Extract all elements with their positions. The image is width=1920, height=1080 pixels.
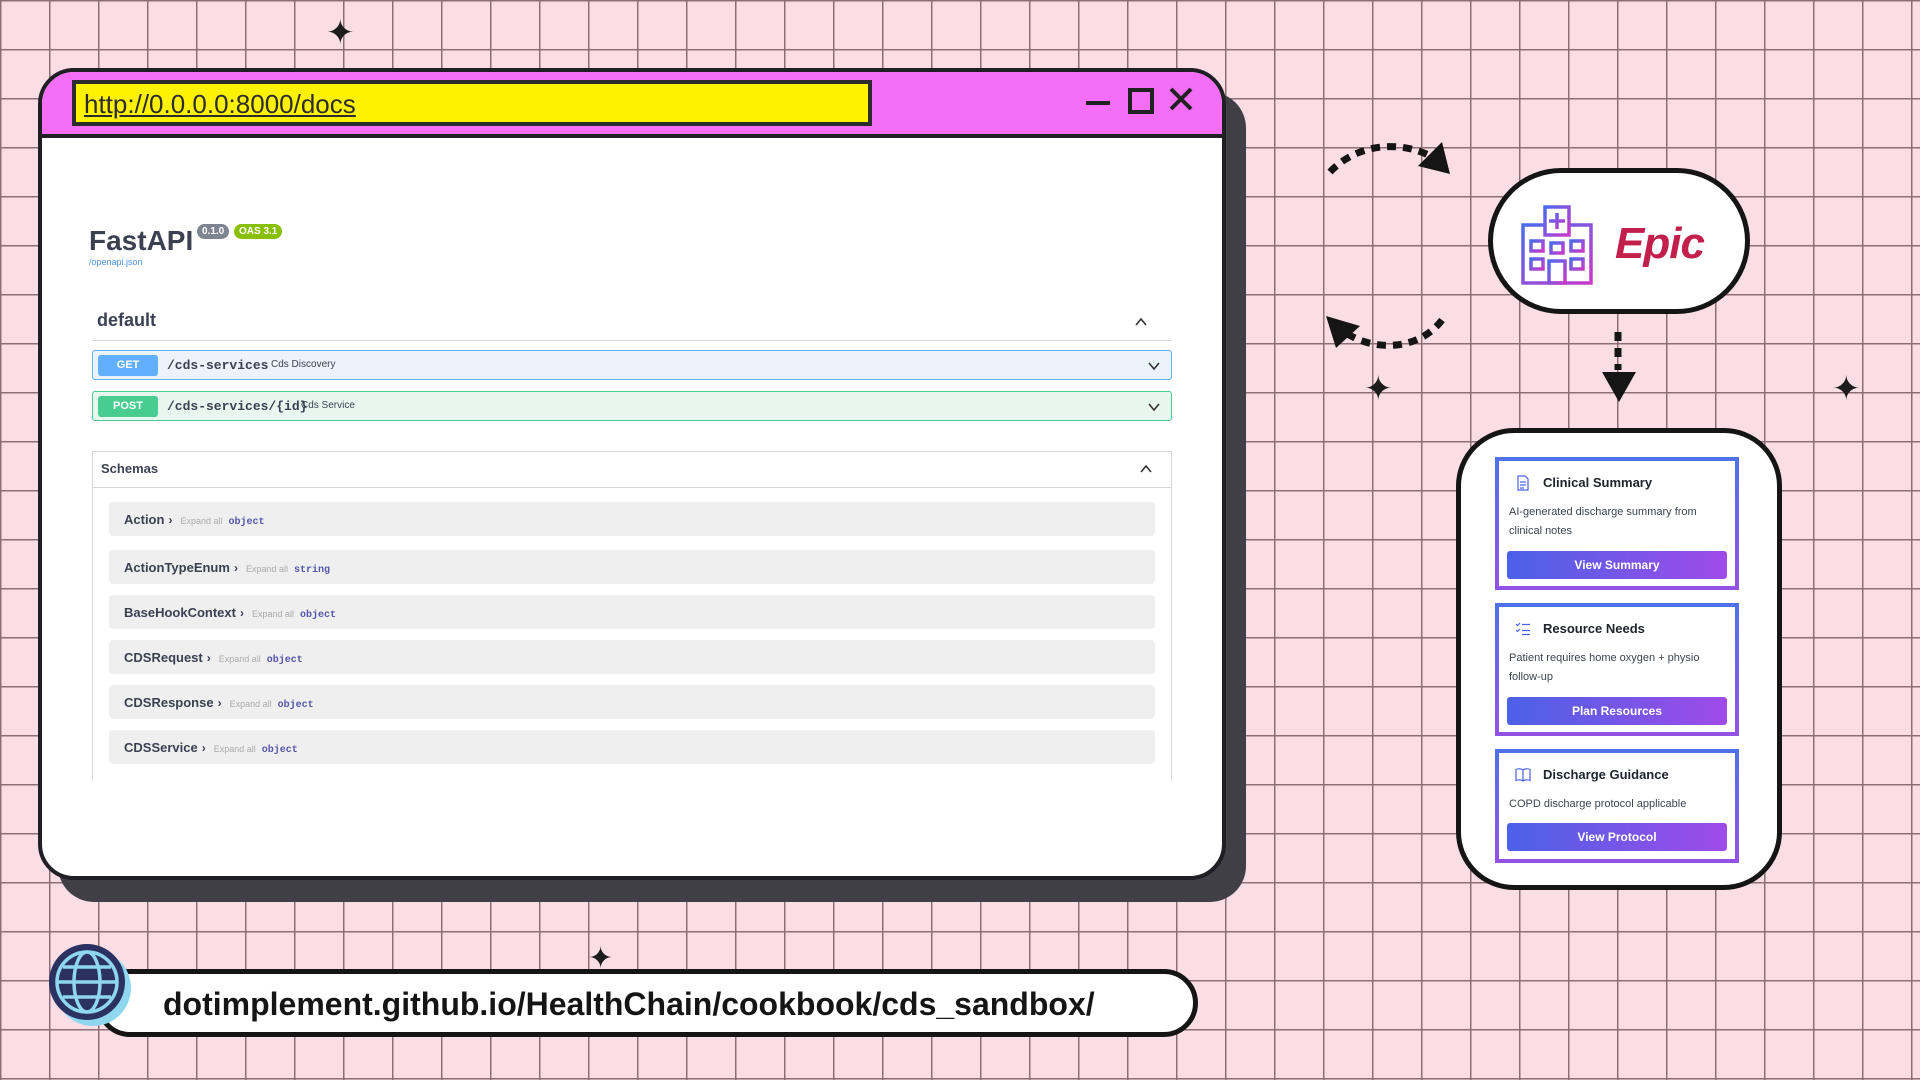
sparkle-icon: ✦	[326, 13, 355, 53]
view-summary-button[interactable]: View Summary	[1507, 551, 1727, 579]
card-title: Resource Needs	[1543, 621, 1645, 636]
section-divider	[92, 340, 1172, 341]
expand-all-link[interactable]: Expand all	[180, 516, 222, 526]
schema-row[interactable]: BaseHookContext › Expand all object	[109, 595, 1155, 629]
schema-type: object	[261, 745, 298, 756]
schema-name: Action	[124, 512, 165, 527]
chevron-down-icon[interactable]	[1147, 400, 1161, 414]
schema-type: object	[266, 655, 303, 666]
operation-summary: Cds Service	[301, 400, 355, 411]
schema-type: object	[277, 700, 314, 711]
card-clinical-summary: Clinical Summary AI-generated discharge …	[1495, 457, 1739, 590]
expand-all-link[interactable]: Expand all	[214, 744, 256, 754]
document-icon	[1517, 475, 1529, 491]
close-button[interactable]	[1166, 84, 1198, 116]
sync-arrows-icon	[1326, 142, 1450, 349]
schema-row[interactable]: CDSService › Expand all object	[109, 730, 1155, 764]
schema-name: CDSResponse	[124, 695, 214, 710]
method-badge-post: POST	[98, 396, 158, 417]
card-description: Patient requires home oxygen + physio fo…	[1509, 652, 1700, 683]
checklist-icon	[1515, 622, 1530, 636]
schema-row[interactable]: CDSResponse › Expand all object	[109, 685, 1155, 719]
operation-summary: Cds Discovery	[271, 359, 336, 370]
sparkle-icon: ✦	[1832, 369, 1861, 409]
card-discharge-guidance: Discharge Guidance COPD discharge protoc…	[1495, 749, 1739, 863]
hospital-icon	[1521, 205, 1593, 285]
chevron-right-icon: ›	[168, 513, 173, 527]
operation-path: /cds-services	[167, 358, 269, 373]
operation-post-cds-service[interactable]: POST /cds-services/{id} Cds Service	[92, 391, 1172, 421]
schemas-divider	[93, 487, 1171, 488]
expand-all-link[interactable]: Expand all	[252, 609, 294, 619]
chevron-up-icon[interactable]	[1134, 315, 1148, 329]
globe-icon	[49, 944, 131, 1026]
card-title: Discharge Guidance	[1543, 767, 1669, 782]
swagger-ui: FastAPI 0.1.0 OAS 3.1 /openapi.json defa…	[42, 138, 1222, 876]
address-bar[interactable]: http://0.0.0.0:8000/docs	[72, 80, 872, 126]
docs-link[interactable]: dotimplement.github.io/HealthChain/cookb…	[163, 986, 1095, 1023]
maximize-button[interactable]	[1124, 84, 1156, 116]
cds-cards-panel: Clinical Summary AI-generated discharge …	[1456, 428, 1782, 890]
chevron-down-icon[interactable]	[1147, 359, 1161, 373]
expand-all-link[interactable]: Expand all	[246, 564, 288, 574]
card-resource-needs: Resource Needs Patient requires home oxy…	[1495, 603, 1739, 736]
book-icon	[1515, 768, 1531, 782]
sparkle-icon: ✦	[1364, 369, 1393, 409]
method-badge-get: GET	[98, 355, 158, 376]
schema-row[interactable]: Action › Expand all object	[109, 502, 1155, 536]
schema-row[interactable]: ActionTypeEnum › Expand all string	[109, 550, 1155, 584]
chevron-up-icon[interactable]	[1139, 462, 1153, 476]
schema-name: BaseHookContext	[124, 605, 236, 620]
arrow-down-icon	[1602, 332, 1636, 402]
schema-type: object	[228, 517, 265, 528]
operation-path: /cds-services/{id}	[167, 399, 308, 414]
schema-type: string	[293, 565, 330, 576]
minimize-button[interactable]	[1082, 84, 1114, 116]
api-title: FastAPI	[89, 225, 194, 256]
oas-badge: OAS 3.1	[234, 224, 283, 239]
chevron-right-icon: ›	[201, 741, 206, 755]
card-title: Clinical Summary	[1543, 475, 1653, 490]
title-bar: http://0.0.0.0:8000/docs	[42, 72, 1222, 138]
expand-all-link[interactable]: Expand all	[230, 699, 272, 709]
expand-all-link[interactable]: Expand all	[219, 654, 261, 664]
epic-logo: Epic	[1615, 219, 1705, 268]
section-title-default[interactable]: default	[97, 310, 156, 331]
chevron-right-icon: ›	[206, 651, 211, 665]
browser-window: http://0.0.0.0:8000/docs FastAPI 0.1.0 O…	[38, 68, 1226, 880]
schema-name: ActionTypeEnum	[124, 560, 230, 575]
close-icon	[1169, 87, 1193, 111]
schema-name: CDSRequest	[124, 650, 203, 665]
docs-link-pill[interactable]: dotimplement.github.io/HealthChain/cookb…	[96, 969, 1198, 1037]
schema-type: object	[300, 610, 337, 621]
schema-name: CDSService	[124, 740, 198, 755]
view-protocol-button[interactable]: View Protocol	[1507, 823, 1727, 851]
epic-badge: Epic	[1488, 168, 1750, 314]
card-description: AI-generated discharge summary from clin…	[1509, 506, 1697, 537]
address-url[interactable]: http://0.0.0.0:8000/docs	[84, 89, 356, 120]
operation-get-cds-services[interactable]: GET /cds-services Cds Discovery	[92, 350, 1172, 380]
chevron-right-icon: ›	[233, 561, 238, 575]
version-badge: 0.1.0	[197, 224, 230, 239]
schemas-section: Schemas Action › Expand all object ActionTy…	[92, 451, 1172, 781]
chevron-right-icon: ›	[217, 696, 222, 710]
chevron-right-icon: ›	[239, 606, 244, 620]
openapi-json-link[interactable]: /openapi.json	[89, 257, 143, 267]
schema-row[interactable]: CDSRequest › Expand all object	[109, 640, 1155, 674]
card-description: COPD discharge protocol applicable	[1509, 798, 1687, 810]
schemas-title[interactable]: Schemas	[101, 461, 158, 476]
plan-resources-button[interactable]: Plan Resources	[1507, 697, 1727, 725]
